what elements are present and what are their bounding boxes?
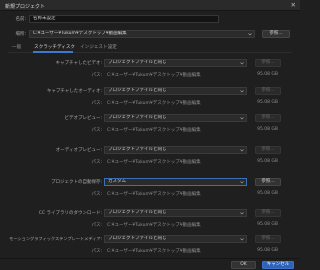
scratch-label: ビデオプレビュー: (64, 116, 102, 121)
scratch-path: C:¥ユーザー¥Tukum¥デスクトップ¥動画編集 (107, 128, 201, 133)
window-title: 新規プロジェクト (5, 3, 46, 10)
scratch-dropdown[interactable]: カスタム (104, 178, 247, 186)
cancel-button[interactable]: キャンセル (262, 261, 294, 269)
free-space: 95.08 GB (257, 248, 278, 253)
scratch-browse-button[interactable]: 参照... (255, 146, 281, 154)
chevron-down-icon (240, 89, 244, 92)
scratch-path: C:¥ユーザー¥Tukum¥デスクトップ¥動画編集 (107, 223, 201, 228)
location-value: C:¥ユーザー¥Tukum¥デスクトップ¥動画編集 (33, 31, 127, 36)
scratch-path: C:¥ユーザー¥Tukum¥デスクトップ¥動画編集 (107, 160, 201, 165)
chevron-down-icon (240, 148, 244, 151)
scratch-browse-button[interactable]: 参照... (255, 59, 281, 67)
title-bar: 新規プロジェクト ✕ (0, 0, 300, 11)
scratch-value: プロジェクトファイルと同じ (108, 88, 167, 93)
path-label: パス: (91, 223, 102, 228)
scratch-path: C:¥ユーザー¥Tukum¥デスクトップ¥動画編集 (107, 192, 201, 197)
project-name-input[interactable]: 名称未設定 (29, 15, 219, 23)
path-label: パス: (91, 192, 102, 197)
scratch-label: キャプチャしたビデオ: (55, 61, 102, 66)
scratch-path: C:¥ユーザー¥Tukum¥デスクトップ¥動画編集 (107, 73, 201, 78)
free-space: 95.08 GB (257, 159, 278, 164)
scratch-browse-button[interactable]: 参照... (255, 87, 281, 95)
scratch-dropdown[interactable]: プロジェクトファイルと同じ (104, 114, 247, 122)
location-label: 場所: (15, 32, 26, 37)
scratch-dropdown[interactable]: プロジェクトファイルと同じ (104, 235, 247, 243)
scratch-browse-button[interactable]: 参照... (255, 178, 281, 186)
path-label: パス: (91, 160, 102, 165)
scratch-dropdown[interactable]: プロジェクトファイルと同じ (104, 209, 247, 217)
scratch-dropdown[interactable]: プロジェクトファイルと同じ (104, 146, 247, 154)
chevron-down-icon (240, 180, 244, 183)
chevron-down-icon (240, 211, 244, 214)
scratch-path: C:¥ユーザー¥Tukum¥デスクトップ¥動画編集 (107, 249, 201, 254)
scratch-path: C:¥ユーザー¥Tukum¥デスクトップ¥動画編集 (107, 101, 201, 106)
chevron-down-icon (248, 32, 252, 35)
scratch-dropdown[interactable]: プロジェクトファイルと同じ (104, 59, 247, 67)
active-tab-indicator (33, 51, 73, 53)
free-space: 95.08 GB (257, 127, 278, 132)
chevron-down-icon (240, 237, 244, 240)
name-label: 名前: (15, 17, 26, 22)
close-icon[interactable]: ✕ (291, 1, 296, 9)
scratch-value: プロジェクトファイルと同じ (108, 115, 167, 120)
scratch-value: プロジェクトファイルと同じ (108, 147, 167, 152)
scratch-browse-button[interactable]: 参照... (255, 235, 281, 243)
location-dropdown[interactable]: C:¥ユーザー¥Tukum¥デスクトップ¥動画編集 (29, 30, 255, 38)
free-space: 95.08 GB (257, 100, 278, 105)
scratch-label: プロジェクトの自動保存: (50, 180, 102, 185)
scratch-label: モーショングラフィックステンプレートメディア: (9, 236, 102, 241)
tab-ingest-settings[interactable]: インジェスト設定 (80, 44, 117, 50)
free-space: 95.08 GB (257, 72, 278, 77)
scratch-browse-button[interactable]: 参照... (255, 209, 281, 217)
tab-general[interactable]: 一般 (12, 44, 21, 50)
scratch-browse-button[interactable]: 参照... (255, 114, 281, 122)
ok-button[interactable]: OK (231, 261, 256, 269)
scratch-label: CC ライブラリのダウンロード: (38, 211, 102, 216)
scratch-label: オーディオプレビュー: (55, 148, 102, 153)
tab-scratch-disks[interactable]: スクラッチディスク (34, 44, 75, 50)
path-label: パス: (91, 73, 102, 78)
footer-divider (0, 258, 300, 259)
location-browse-button[interactable]: 参照... (262, 30, 290, 38)
scratch-value: プロジェクトファイルと同じ (108, 210, 167, 215)
scratch-dropdown[interactable]: プロジェクトファイルと同じ (104, 87, 247, 95)
path-label: パス: (91, 101, 102, 106)
scratch-value: カスタム (108, 179, 126, 184)
chevron-down-icon (240, 61, 244, 64)
free-space: 95.08 GB (257, 191, 278, 196)
path-label: パス: (91, 128, 102, 133)
scratch-value: プロジェクトファイルと同じ (108, 236, 167, 241)
path-label: パス: (91, 249, 102, 254)
chevron-down-icon (240, 116, 244, 119)
scratch-value: プロジェクトファイルと同じ (108, 60, 167, 65)
free-space: 95.08 GB (257, 222, 278, 227)
scratch-label: キャプチャしたオーディオ: (46, 89, 102, 94)
